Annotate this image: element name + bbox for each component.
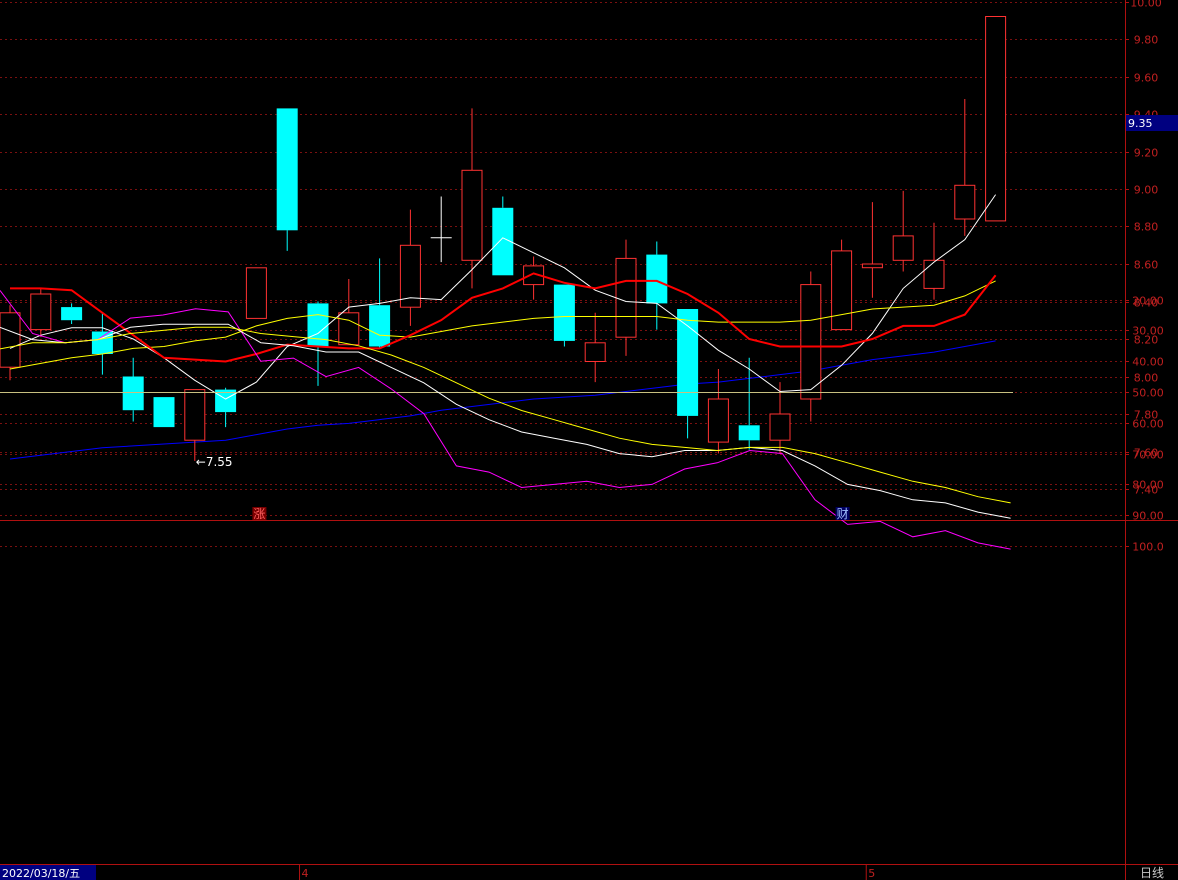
candle (461, 108, 483, 289)
candle (91, 312, 113, 375)
candle (553, 284, 575, 347)
candle-body (769, 413, 791, 441)
candle-body (646, 254, 668, 304)
candle-body (276, 108, 298, 231)
price-tick-label: 10.00 (1130, 0, 1162, 10)
candle-body (985, 16, 1007, 222)
price-tick-label: 9.00 (1134, 184, 1159, 197)
candle (492, 196, 514, 276)
candle-body (800, 284, 822, 400)
candle-body (461, 169, 483, 261)
candle-body (677, 309, 699, 416)
candle-body (615, 257, 637, 338)
low-price-annotation: ←7.55 (196, 455, 233, 469)
candle-body (923, 259, 945, 289)
candle (338, 279, 360, 346)
candle-body (553, 284, 575, 341)
candle (153, 397, 175, 428)
indicator-tick-label: 60.00 (1132, 418, 1164, 431)
candle (399, 209, 421, 326)
candle (122, 357, 144, 422)
price-tick-label: 9.60 (1134, 72, 1159, 85)
indicator-tick-label: 100.0 (1132, 541, 1164, 554)
candle-body (707, 398, 729, 443)
indicator-tick-label: 80.00 (1132, 479, 1164, 492)
candlesticks (0, 16, 1007, 461)
candle-body (369, 305, 391, 347)
candle-body (738, 425, 760, 441)
candle-body (61, 307, 83, 321)
candle (430, 196, 452, 263)
indicator-tick-label: 40.00 (1132, 356, 1164, 369)
month-label: 4 (302, 867, 309, 880)
indicator-line-yellow (0, 326, 1011, 504)
indicator-line-magenta (0, 290, 1011, 550)
price-tick-label: 8.80 (1134, 221, 1159, 234)
event-marker-cai: 财 (837, 507, 849, 521)
candle-body (184, 389, 206, 441)
date-label: 2022/03/18/五 (2, 867, 80, 880)
indicator-tick-label: 70.00 (1132, 449, 1164, 462)
candle-body (338, 312, 360, 346)
month-label: 5 (868, 867, 875, 880)
candle (215, 387, 237, 428)
candle-body (584, 342, 606, 362)
candle-body (831, 250, 853, 331)
price-tick-label: 8.00 (1134, 372, 1159, 385)
indicator-tick-label: 90.00 (1132, 510, 1164, 523)
indicator-panel (0, 290, 1013, 550)
candle-body (153, 397, 175, 428)
candle (30, 288, 52, 338)
candle (276, 108, 298, 251)
price-tick-label: 9.80 (1134, 34, 1159, 47)
period-label: 日线 (1140, 866, 1164, 880)
candle (584, 312, 606, 383)
candle (985, 16, 1007, 222)
candle-body (861, 263, 883, 269)
candle-body (0, 312, 21, 368)
candle (861, 202, 883, 298)
candle (245, 267, 267, 319)
price-tick-label: 9.20 (1134, 147, 1159, 160)
candle (61, 303, 83, 324)
candle-body (954, 184, 976, 220)
candle (923, 222, 945, 300)
current-price-label: 9.35 (1128, 117, 1153, 130)
candle-body (122, 376, 144, 411)
candle (615, 239, 637, 356)
candle (523, 256, 545, 300)
candle (738, 357, 760, 450)
annotations: ←7.55 涨 财 (196, 455, 850, 521)
candle (677, 309, 699, 439)
indicator-tick-label: 50.00 (1132, 387, 1164, 400)
candle (954, 99, 976, 236)
candle (184, 389, 206, 461)
candle-body (892, 235, 914, 261)
candle (892, 190, 914, 272)
indicator-tick-label: 20.00 (1132, 295, 1164, 308)
stock-chart: 10.009.809.609.409.209.008.808.608.408.2… (0, 0, 1178, 880)
indicator-tick-label: 30.00 (1132, 325, 1164, 338)
candle-body (30, 293, 52, 331)
price-tick-label: 8.60 (1134, 259, 1159, 272)
candle-body (245, 267, 267, 319)
event-marker-zhang: 涨 (253, 506, 265, 521)
